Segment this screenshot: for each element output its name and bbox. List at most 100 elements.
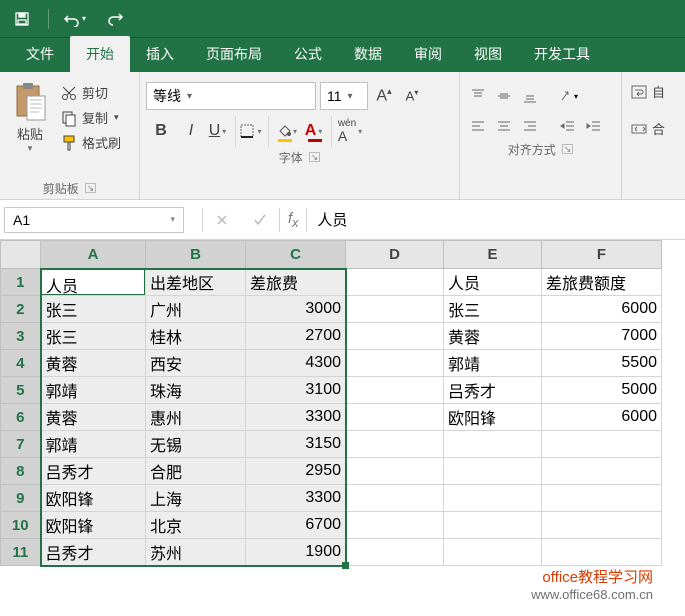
underline-button[interactable]: U▾ xyxy=(206,116,236,146)
cell-E4[interactable]: 郭靖 xyxy=(444,350,542,377)
col-header-A[interactable]: A xyxy=(41,241,146,269)
decrease-font-button[interactable]: A▾ xyxy=(400,82,424,110)
row-header-9[interactable]: 9 xyxy=(1,485,41,512)
phonetic-button[interactable]: wénA▾ xyxy=(335,116,365,146)
cell-F11[interactable] xyxy=(542,539,662,566)
tab-layout[interactable]: 页面布局 xyxy=(190,36,278,72)
cell-F5[interactable]: 5000 xyxy=(542,377,662,404)
cell-B10[interactable]: 北京 xyxy=(146,512,246,539)
save-button[interactable] xyxy=(8,5,36,33)
row-header-2[interactable]: 2 xyxy=(1,296,41,323)
row-header-1[interactable]: 1 xyxy=(1,269,41,296)
border-button[interactable]: ▾ xyxy=(239,116,269,146)
dialog-launcher-icon[interactable]: ↘ xyxy=(562,144,574,154)
cell-A10[interactable]: 欧阳锋 xyxy=(41,512,146,539)
cell-F8[interactable] xyxy=(542,458,662,485)
cell-B2[interactable]: 广州 xyxy=(146,296,246,323)
row-header-7[interactable]: 7 xyxy=(1,431,41,458)
tab-data[interactable]: 数据 xyxy=(338,36,398,72)
cell-C8[interactable]: 2950 xyxy=(246,458,346,485)
row-header-10[interactable]: 10 xyxy=(1,512,41,539)
cell-D4[interactable] xyxy=(346,350,444,377)
cell-E6[interactable]: 欧阳锋 xyxy=(444,404,542,431)
cell-F1[interactable]: 差旅费额度 xyxy=(542,269,662,296)
increase-font-button[interactable]: A▴ xyxy=(372,82,396,110)
cell-B5[interactable]: 珠海 xyxy=(146,377,246,404)
cell-D3[interactable] xyxy=(346,323,444,350)
cell-D11[interactable] xyxy=(346,539,444,566)
cell-D1[interactable] xyxy=(346,269,444,296)
decrease-indent-button[interactable] xyxy=(556,114,580,138)
cell-A4[interactable]: 黄蓉 xyxy=(41,350,146,377)
cell-C7[interactable]: 3150 xyxy=(246,431,346,458)
name-box[interactable]: A1 xyxy=(4,207,184,233)
cell-F3[interactable]: 7000 xyxy=(542,323,662,350)
font-color-button[interactable]: A▾ xyxy=(302,116,332,146)
tab-insert[interactable]: 插入 xyxy=(130,36,190,72)
cell-E7[interactable] xyxy=(444,431,542,458)
cell-F9[interactable] xyxy=(542,485,662,512)
formula-value[interactable]: 人员 xyxy=(307,209,357,230)
font-name-select[interactable]: 等线 xyxy=(146,82,316,110)
spreadsheet-grid[interactable]: ABCDEF1人员出差地区差旅费人员差旅费额度2张三广州3000张三60003张… xyxy=(0,240,685,566)
cell-F7[interactable] xyxy=(542,431,662,458)
enter-formula-button[interactable] xyxy=(241,212,279,228)
fill-color-button[interactable]: ▾ xyxy=(272,116,302,146)
row-header-6[interactable]: 6 xyxy=(1,404,41,431)
col-header-D[interactable]: D xyxy=(346,241,444,269)
row-header-5[interactable]: 5 xyxy=(1,377,41,404)
cell-D6[interactable] xyxy=(346,404,444,431)
cell-A1[interactable]: 人员 xyxy=(41,269,146,296)
cell-D5[interactable] xyxy=(346,377,444,404)
align-top-button[interactable] xyxy=(466,84,490,108)
cell-E2[interactable]: 张三 xyxy=(444,296,542,323)
cell-D7[interactable] xyxy=(346,431,444,458)
cell-A2[interactable]: 张三 xyxy=(41,296,146,323)
increase-indent-button[interactable] xyxy=(582,114,606,138)
tab-file[interactable]: 文件 xyxy=(10,36,70,72)
cell-B4[interactable]: 西安 xyxy=(146,350,246,377)
select-all-corner[interactable] xyxy=(1,241,41,269)
cell-F6[interactable]: 6000 xyxy=(542,404,662,431)
dialog-launcher-icon[interactable]: ↘ xyxy=(85,183,97,193)
cell-F4[interactable]: 5500 xyxy=(542,350,662,377)
cell-B3[interactable]: 桂林 xyxy=(146,323,246,350)
cell-C6[interactable]: 3300 xyxy=(246,404,346,431)
orientation-button[interactable]: ▾ xyxy=(556,84,580,108)
cell-D10[interactable] xyxy=(346,512,444,539)
cell-E5[interactable]: 吕秀才 xyxy=(444,377,542,404)
align-bottom-button[interactable] xyxy=(518,84,542,108)
row-header-11[interactable]: 11 xyxy=(1,539,41,566)
cell-D9[interactable] xyxy=(346,485,444,512)
font-size-select[interactable]: 11 xyxy=(320,82,368,110)
cell-A5[interactable]: 郭靖 xyxy=(41,377,146,404)
cell-B7[interactable]: 无锡 xyxy=(146,431,246,458)
cell-C4[interactable]: 4300 xyxy=(246,350,346,377)
align-middle-button[interactable] xyxy=(492,84,516,108)
format-painter-button[interactable]: 格式刷 xyxy=(58,132,123,153)
cell-C10[interactable]: 6700 xyxy=(246,512,346,539)
align-left-button[interactable] xyxy=(466,114,490,138)
cell-A8[interactable]: 吕秀才 xyxy=(41,458,146,485)
align-center-button[interactable] xyxy=(492,114,516,138)
cell-D2[interactable] xyxy=(346,296,444,323)
copy-button[interactable]: 复制▾ xyxy=(58,107,123,128)
cell-A7[interactable]: 郭靖 xyxy=(41,431,146,458)
tab-home[interactable]: 开始 xyxy=(70,36,130,72)
bold-button[interactable]: B xyxy=(146,116,176,146)
cell-E10[interactable] xyxy=(444,512,542,539)
row-header-3[interactable]: 3 xyxy=(1,323,41,350)
cell-C1[interactable]: 差旅费 xyxy=(246,269,346,296)
paste-button[interactable]: 粘贴 ▾ xyxy=(6,76,54,154)
cell-B11[interactable]: 苏州 xyxy=(146,539,246,566)
cell-A3[interactable]: 张三 xyxy=(41,323,146,350)
cell-E11[interactable] xyxy=(444,539,542,566)
cell-A6[interactable]: 黄蓉 xyxy=(41,404,146,431)
cancel-formula-button[interactable] xyxy=(203,212,241,228)
cell-D8[interactable] xyxy=(346,458,444,485)
dialog-launcher-icon[interactable]: ↘ xyxy=(309,152,321,162)
row-header-8[interactable]: 8 xyxy=(1,458,41,485)
fx-button[interactable]: fx xyxy=(280,210,306,230)
cell-E3[interactable]: 黄蓉 xyxy=(444,323,542,350)
cell-F2[interactable]: 6000 xyxy=(542,296,662,323)
